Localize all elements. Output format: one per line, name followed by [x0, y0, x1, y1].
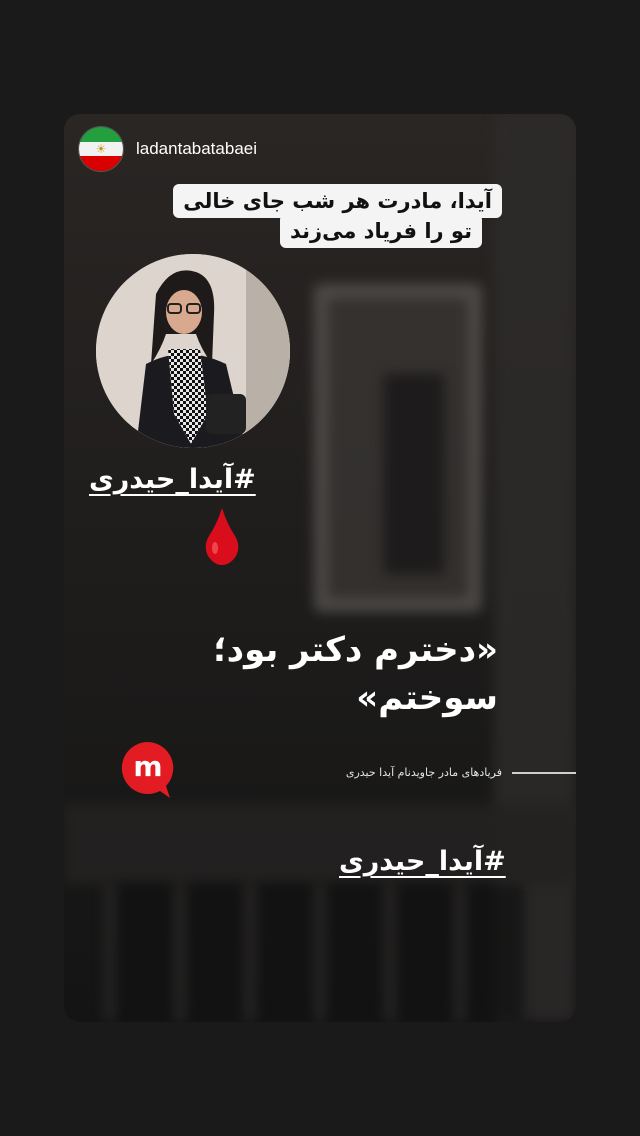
quote-line-2: تو را فریاد می‌زند [280, 214, 482, 248]
quote-line-1: آیدا، مادرت هر شب جای خالی [173, 184, 502, 218]
background-window-pane [384, 374, 444, 574]
iran-lion-sun-flag-icon[interactable]: ☀ [78, 126, 124, 172]
portrait-photo [96, 254, 290, 448]
subline: فریادهای مادر جاویدنام آیدا حیدری [346, 766, 576, 779]
blood-drop-icon [205, 508, 239, 565]
m-logo-icon: m [121, 741, 174, 798]
hashtag-bottom[interactable]: #آیدا_حیدری [339, 846, 506, 877]
headline-line-2: سوختم» [356, 678, 498, 718]
username[interactable]: ladantabatabaei [136, 139, 257, 159]
story-card[interactable]: ☀ ladantabatabaei آیدا، مادرت هر شب جای … [64, 114, 576, 1022]
background-railing [104, 884, 524, 1022]
quote-sticker: آیدا، مادرت هر شب جای خالی تو را فریاد م… [173, 184, 502, 248]
story-header[interactable]: ☀ ladantabatabaei [78, 126, 257, 172]
hashtag-top[interactable]: #آیدا_حیدری [89, 464, 256, 495]
subline-text: فریادهای مادر جاویدنام آیدا حیدری [345, 766, 502, 779]
headline: «دخترم دکتر بود؛ سوختم» [168, 626, 498, 722]
svg-text:m: m [133, 750, 162, 783]
headline-line-1: «دخترم دکتر بود؛ [213, 630, 498, 670]
subline-rule [512, 771, 576, 774]
